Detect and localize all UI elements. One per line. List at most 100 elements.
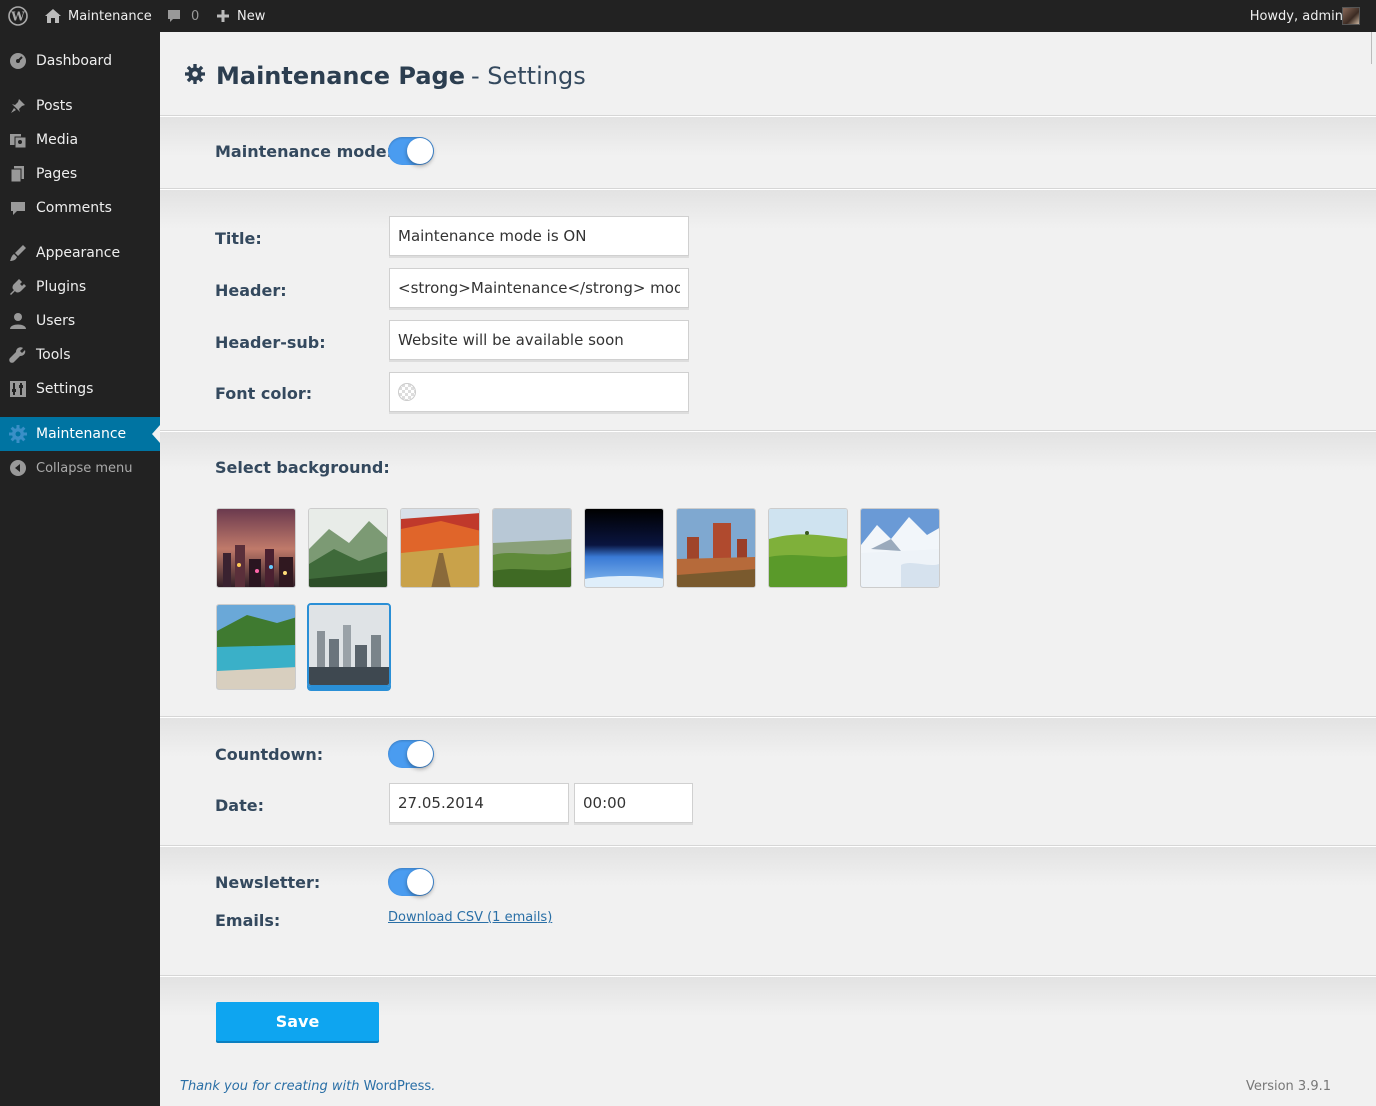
main-content: Maintenance Page - Settings Maintenance … — [160, 32, 1376, 1106]
footer-thanks: Thank you for creating with WordPress. — [180, 1079, 435, 1094]
sidebar-item-plugins[interactable]: Plugins — [0, 270, 160, 304]
pages-icon — [0, 165, 36, 183]
site-name-label: Maintenance — [68, 8, 152, 24]
sidebar-item-label: Appearance — [36, 245, 121, 261]
transparent-swatch-icon — [398, 383, 416, 401]
comments-link[interactable]: 0 — [166, 0, 199, 32]
brush-icon — [0, 244, 36, 262]
gear-icon — [185, 62, 205, 90]
sidebar-item-label: Maintenance — [36, 426, 127, 442]
header-input[interactable] — [389, 268, 689, 308]
sidebar-item-pages[interactable]: Pages — [0, 157, 160, 191]
time-input[interactable] — [574, 783, 693, 823]
sidebar-item-posts[interactable]: Posts — [0, 89, 160, 123]
sidebar-item-label: Comments — [36, 200, 112, 216]
collapse-menu-button[interactable]: Collapse menu — [0, 451, 160, 485]
background-thumb-green-field[interactable] — [768, 508, 848, 588]
comment-bubble-icon — [166, 8, 182, 24]
page-title: Maintenance Page - Settings — [185, 62, 586, 90]
plus-icon — [216, 9, 230, 23]
background-thumb-green-valley[interactable] — [492, 508, 572, 588]
toggle-knob — [407, 869, 433, 895]
header-sub-label: Header-sub: — [215, 333, 326, 352]
new-content-link[interactable]: New — [216, 0, 265, 32]
background-thumb-green-mountains[interactable] — [308, 508, 388, 588]
sidebar-item-appearance[interactable]: Appearance — [0, 236, 160, 270]
home-icon — [44, 8, 62, 24]
download-csv-link[interactable]: Download CSV (1 emails) — [388, 910, 552, 925]
background-thumb-space-earth[interactable] — [584, 508, 664, 588]
howdy-user-link[interactable]: Howdy, admin — [1250, 0, 1343, 32]
wordpress-logo-icon[interactable]: W — [8, 0, 28, 32]
toggle-knob — [407, 138, 433, 164]
sidebar-item-label: Dashboard — [36, 53, 112, 69]
sidebar-item-label: Collapse menu — [36, 460, 133, 476]
date-input[interactable] — [389, 783, 569, 823]
sidebar-item-dashboard[interactable]: Dashboard — [0, 44, 160, 78]
page-title-main: Maintenance Page — [216, 62, 465, 90]
emails-label: Emails: — [215, 911, 281, 930]
avatar[interactable] — [1342, 7, 1360, 25]
maintenance-mode-toggle[interactable] — [388, 137, 434, 165]
howdy-label: Howdy, admin — [1249, 8, 1343, 24]
header-sub-input[interactable] — [389, 320, 689, 360]
background-thumb-tropical-bay[interactable] — [216, 604, 296, 690]
background-thumb-city-night[interactable] — [216, 508, 296, 588]
newsletter-label: Newsletter: — [215, 873, 321, 892]
countdown-toggle[interactable] — [388, 740, 434, 768]
font-color-label: Font color: — [215, 384, 313, 403]
wordpress-link[interactable]: WordPress — [364, 1079, 432, 1094]
admin-bar: W Maintenance 0 New Howdy, admin — [0, 0, 1376, 32]
newsletter-toggle[interactable] — [388, 868, 434, 896]
sidebar-item-label: Pages — [36, 166, 78, 182]
user-icon — [0, 312, 36, 330]
sidebar-item-settings[interactable]: Settings — [0, 372, 160, 406]
sidebar-item-label: Media — [36, 132, 79, 148]
settings-icon — [0, 380, 36, 398]
pin-icon — [0, 97, 36, 115]
sidebar-item-label: Posts — [36, 98, 73, 114]
sidebar-item-comments[interactable]: Comments — [0, 191, 160, 225]
page-title-sub: - Settings — [470, 62, 586, 90]
comments-count: 0 — [191, 8, 200, 24]
title-label: Title: — [215, 229, 262, 248]
site-name-link[interactable]: Maintenance — [44, 0, 152, 32]
plug-icon — [0, 278, 36, 296]
date-label: Date: — [215, 796, 264, 815]
header-label: Header: — [215, 281, 287, 300]
sidebar-item-media[interactable]: Media — [0, 123, 160, 157]
dashboard-icon — [0, 52, 36, 70]
title-input[interactable] — [389, 216, 689, 256]
content-section: Title: Header: Header-sub: Font color: — [160, 188, 1376, 431]
sidebar-item-label: Users — [36, 313, 76, 329]
save-button[interactable]: Save — [216, 1002, 379, 1041]
collapse-icon — [0, 459, 36, 477]
select-background-label: Select background: — [215, 458, 390, 477]
version-label: Version 3.9.1 — [1245, 1079, 1331, 1094]
media-icon — [0, 131, 36, 149]
comment-icon — [0, 199, 36, 217]
scrollbar[interactable] — [1371, 32, 1372, 64]
newsletter-section: Newsletter: Emails: Download CSV (1 emai… — [160, 845, 1376, 976]
background-section: Select background: — [160, 430, 1376, 717]
background-thumb-autumn-hill[interactable] — [400, 508, 480, 588]
footer-dot: . — [431, 1079, 436, 1094]
toggle-knob — [407, 741, 433, 767]
maintenance-mode-label: Maintenance mode: — [215, 142, 393, 161]
new-label: New — [237, 8, 266, 24]
maintenance-mode-section: Maintenance mode: — [160, 115, 1376, 189]
wrench-icon — [0, 346, 36, 364]
sidebar-item-label: Tools — [36, 347, 71, 363]
sidebar-item-users[interactable]: Users — [0, 304, 160, 338]
admin-sidebar: Dashboard Posts Media Pages Comments App… — [0, 32, 160, 1106]
sidebar-item-maintenance[interactable]: Maintenance — [0, 417, 160, 451]
background-thumb-desert-rocks[interactable] — [676, 508, 756, 588]
svg-text:W: W — [10, 10, 25, 24]
background-thumb-snow-mountains[interactable] — [860, 508, 940, 588]
countdown-section: Countdown: Date: — [160, 716, 1376, 846]
sidebar-item-label: Settings — [36, 381, 94, 397]
sidebar-item-tools[interactable]: Tools — [0, 338, 160, 372]
sidebar-item-label: Plugins — [36, 279, 87, 295]
background-thumb-foggy-city[interactable] — [307, 603, 391, 687]
font-color-picker[interactable] — [389, 372, 689, 412]
